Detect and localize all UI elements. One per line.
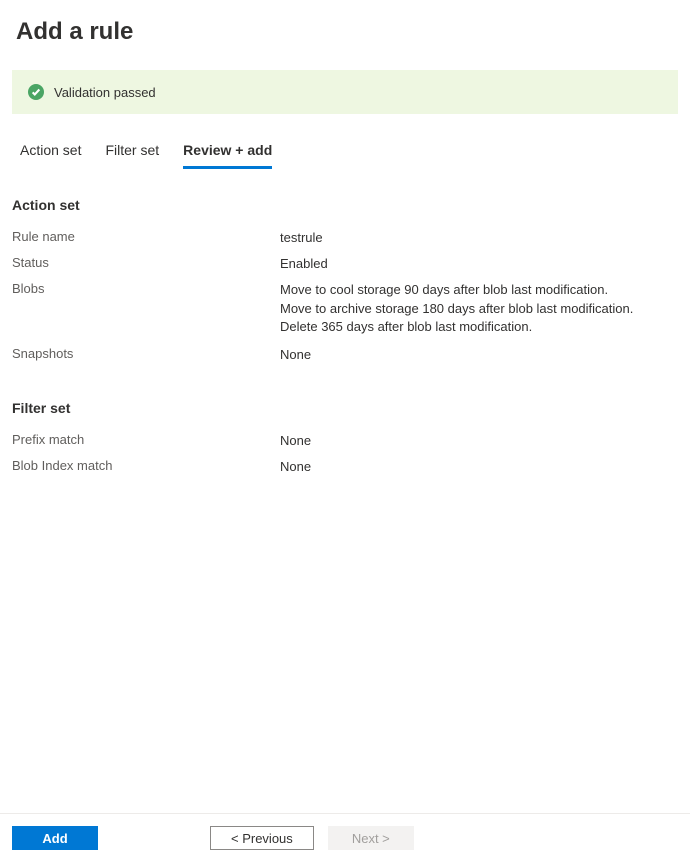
prefix-match-value: None: [280, 432, 311, 450]
tabs: Action set Filter set Review + add: [0, 114, 690, 169]
prefix-match-label: Prefix match: [12, 432, 280, 447]
nav-button-group: < Previous Next >: [210, 826, 414, 850]
row-status: Status Enabled: [12, 255, 678, 273]
snapshots-label: Snapshots: [12, 346, 280, 361]
tab-filter-set[interactable]: Filter set: [105, 142, 159, 169]
row-prefix-match: Prefix match None: [12, 432, 678, 450]
blob-index-match-value: None: [280, 458, 311, 476]
blob-index-match-label: Blob Index match: [12, 458, 280, 473]
blobs-line-3: Delete 365 days after blob last modifica…: [280, 318, 633, 336]
row-blob-index-match: Blob Index match None: [12, 458, 678, 476]
blobs-value: Move to cool storage 90 days after blob …: [280, 281, 633, 336]
action-set-section: Action set Rule name testrule Status Ena…: [0, 169, 690, 364]
checkmark-icon: [28, 84, 44, 100]
validation-banner: Validation passed: [12, 70, 678, 114]
blobs-label: Blobs: [12, 281, 280, 296]
tab-action-set[interactable]: Action set: [20, 142, 81, 169]
rule-name-label: Rule name: [12, 229, 280, 244]
action-set-header: Action set: [12, 197, 678, 213]
row-snapshots: Snapshots None: [12, 346, 678, 364]
tab-review-add[interactable]: Review + add: [183, 142, 272, 169]
previous-button[interactable]: < Previous: [210, 826, 314, 850]
filter-set-section: Filter set Prefix match None Blob Index …: [0, 372, 690, 476]
rule-name-value: testrule: [280, 229, 323, 247]
footer: Add < Previous Next >: [0, 813, 690, 862]
filter-set-header: Filter set: [12, 400, 678, 416]
page-title: Add a rule: [0, 0, 690, 54]
validation-message: Validation passed: [54, 85, 156, 100]
status-label: Status: [12, 255, 280, 270]
snapshots-value: None: [280, 346, 311, 364]
status-value: Enabled: [280, 255, 328, 273]
blobs-line-2: Move to archive storage 180 days after b…: [280, 300, 633, 318]
add-button[interactable]: Add: [12, 826, 98, 850]
row-blobs: Blobs Move to cool storage 90 days after…: [12, 281, 678, 336]
row-rule-name: Rule name testrule: [12, 229, 678, 247]
blobs-line-1: Move to cool storage 90 days after blob …: [280, 281, 633, 299]
next-button: Next >: [328, 826, 414, 850]
